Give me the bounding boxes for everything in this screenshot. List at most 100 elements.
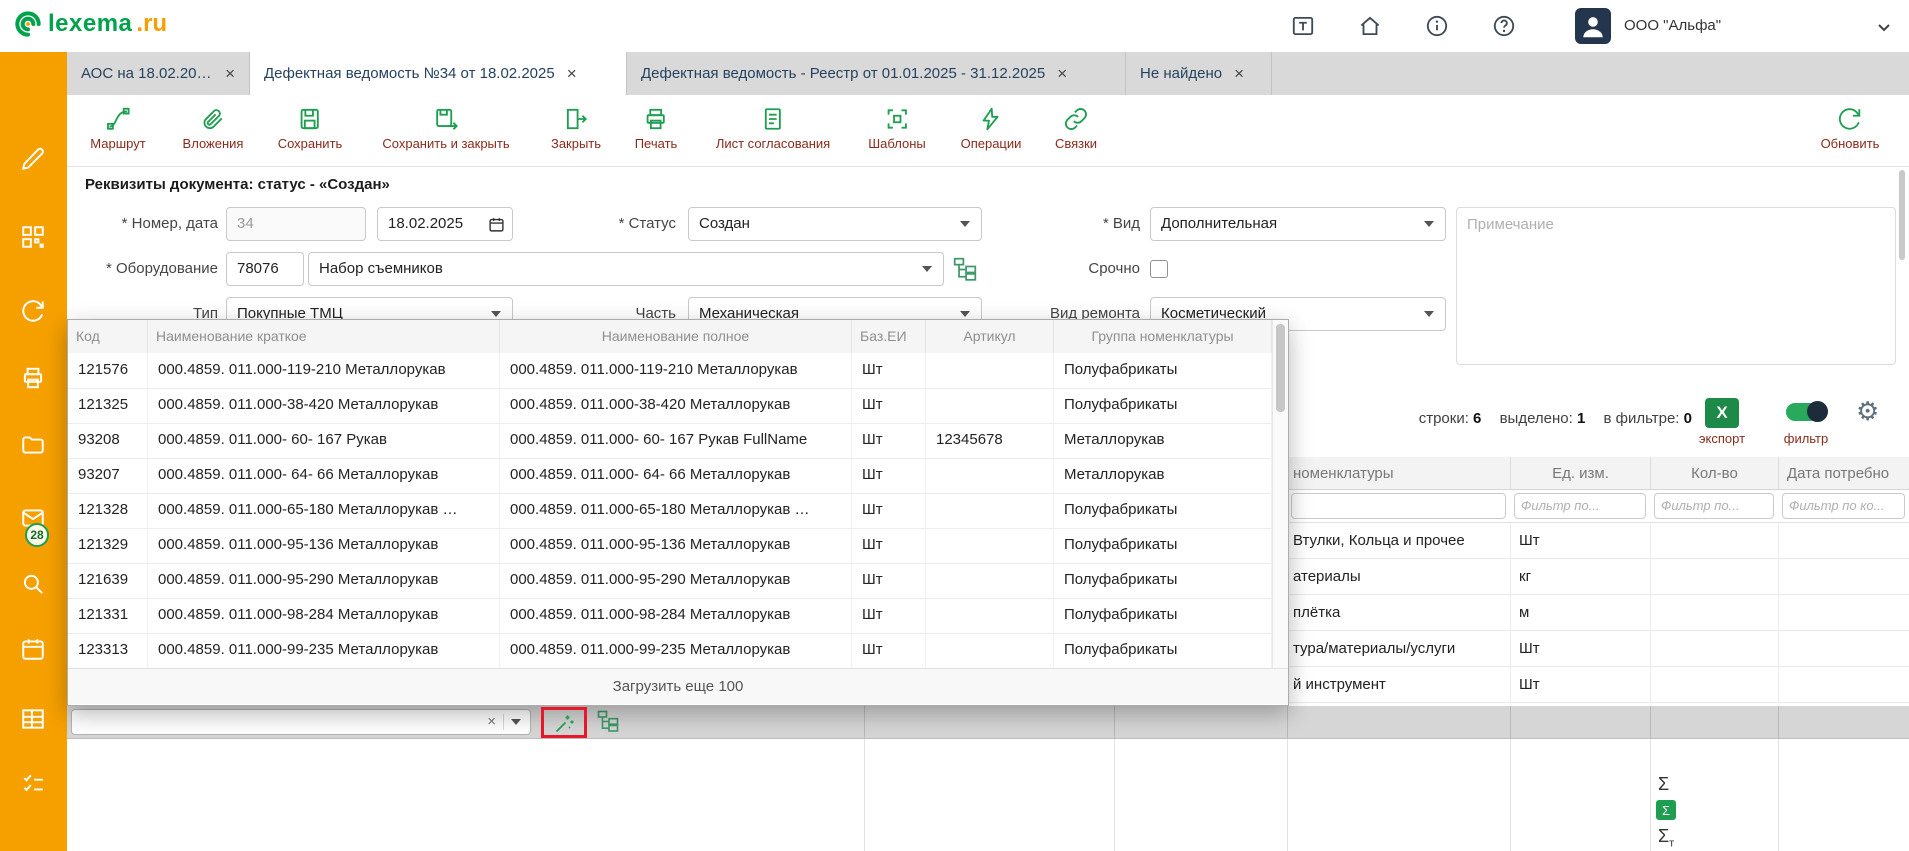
column-header-nomenclature[interactable]: номенклатуры xyxy=(1287,457,1510,490)
save-close-icon xyxy=(433,106,459,132)
load-more-button[interactable]: Загрузить еще 100 xyxy=(68,668,1288,704)
column-header-unit[interactable]: Ед. изм. xyxy=(1510,457,1650,490)
filter-input-qty[interactable]: Фильтр по... xyxy=(1654,493,1774,519)
table-edit-icon[interactable] xyxy=(20,706,46,732)
popup-column-article[interactable]: Артикул xyxy=(926,320,1054,353)
magic-wand-button[interactable] xyxy=(552,712,578,738)
popup-row[interactable]: 123313000.4859. 011.000-99-235 Металлору… xyxy=(68,633,1272,669)
tab-defect-sheet[interactable]: Дефектная ведомость №34 от 18.02.2025 × xyxy=(250,52,627,95)
popup-column-short-name[interactable]: Наименование краткое xyxy=(148,320,500,353)
sum-button[interactable]: Σ xyxy=(1658,774,1669,795)
grid-tree-button[interactable] xyxy=(596,709,622,735)
logo-swirl-icon xyxy=(12,8,44,40)
content-scrollbar[interactable] xyxy=(1899,170,1905,260)
app-window: lexema.ru ООО "Альфа" 28 xyxy=(0,0,1909,851)
printer-icon[interactable] xyxy=(20,365,46,391)
status-select[interactable]: Создан xyxy=(688,207,982,241)
grid-toolbar-strip: × xyxy=(67,706,1909,739)
filter-input-unit[interactable]: Фильтр по... xyxy=(1514,493,1646,519)
export-label: экспорт xyxy=(1692,431,1752,446)
info-icon[interactable] xyxy=(1424,13,1450,39)
lexema-logo[interactable]: lexema.ru xyxy=(12,8,167,40)
approval-sheet-button[interactable]: Лист согласования xyxy=(716,106,830,151)
tab-not-found[interactable]: Не найдено × xyxy=(1126,52,1272,95)
grid-filter-combobox[interactable]: × xyxy=(71,709,531,735)
toolbar: Маршрут Вложения Сохранить Сохранить и з… xyxy=(67,95,1909,167)
chevron-down-icon[interactable] xyxy=(1872,15,1898,41)
popup-row[interactable]: 121325000.4859. 011.000-38-420 Металлору… xyxy=(68,388,1272,424)
gear-icon[interactable]: ⚙ xyxy=(1856,396,1879,427)
attachments-button[interactable]: Вложения xyxy=(183,106,244,151)
help-icon[interactable] xyxy=(1491,13,1517,39)
tab-aos[interactable]: АОС на 18.02.2025 × xyxy=(67,52,250,95)
popup-row[interactable]: 121328000.4859. 011.000-65-180 Металлору… xyxy=(68,493,1272,529)
checklist-icon[interactable] xyxy=(20,771,46,797)
column-header-qty[interactable]: Кол-во xyxy=(1650,457,1778,490)
calendar-icon[interactable] xyxy=(20,636,46,662)
date-input[interactable]: 18.02.2025 xyxy=(377,207,513,241)
company-name[interactable]: ООО "Альфа" xyxy=(1624,17,1721,34)
equipment-select[interactable]: Набор съемников xyxy=(308,252,944,286)
close-icon[interactable]: × xyxy=(225,65,235,82)
popup-row[interactable]: 93207000.4859. 011.000- 64- 66 Металлору… xyxy=(68,458,1272,494)
close-button[interactable]: Закрыть xyxy=(551,106,601,151)
edit-icon[interactable] xyxy=(20,146,46,172)
user-avatar[interactable] xyxy=(1575,8,1611,44)
popup-row[interactable]: 93208000.4859. 011.000- 60- 167 Рукав000… xyxy=(68,423,1272,459)
popup-column-code[interactable]: Код xyxy=(68,320,148,353)
nomenclature-lookup-popup: Код Наименование краткое Наименование по… xyxy=(67,319,1289,706)
close-icon[interactable]: × xyxy=(567,65,577,82)
popup-row[interactable]: 121331000.4859. 011.000-98-284 Металлору… xyxy=(68,598,1272,634)
tab-defect-registry[interactable]: Дефектная ведомость - Реестр от 01.01.20… xyxy=(627,52,1126,95)
chevron-down-icon xyxy=(511,719,521,725)
tab-label: Не найдено xyxy=(1140,65,1222,82)
qr-code-icon[interactable] xyxy=(20,224,46,250)
folder-icon[interactable] xyxy=(20,432,46,458)
document-title: Реквизиты документа: статус - «Создан» xyxy=(85,176,390,193)
close-icon[interactable]: × xyxy=(1057,65,1067,82)
scrollbar-thumb[interactable] xyxy=(1276,324,1285,412)
filter-toggle[interactable] xyxy=(1786,403,1826,421)
popup-scrollbar[interactable] xyxy=(1272,320,1288,668)
note-textarea[interactable]: Примечание xyxy=(1456,207,1896,365)
vid-select[interactable]: Дополнительная xyxy=(1150,207,1446,241)
urgent-checkbox[interactable] xyxy=(1150,260,1168,278)
sum-selected-button[interactable]: Σ xyxy=(1656,800,1676,820)
grid-row[interactable]: й инструмент Шт xyxy=(1287,667,1909,703)
popup-row[interactable]: 121329000.4859. 011.000-95-136 Металлору… xyxy=(68,528,1272,564)
sync-icon[interactable] xyxy=(20,298,46,324)
grid-row[interactable]: тура/материалы/услуги Шт xyxy=(1287,631,1909,667)
search-icon[interactable] xyxy=(20,571,46,597)
links-button[interactable]: Связки xyxy=(1055,106,1097,151)
clear-icon[interactable]: × xyxy=(487,713,496,731)
save-button[interactable]: Сохранить xyxy=(278,106,343,151)
excel-export-icon[interactable]: X xyxy=(1705,398,1739,428)
operations-button[interactable]: Операции xyxy=(961,106,1022,151)
filter-input-date[interactable]: Фильтр по ко... xyxy=(1782,493,1905,519)
filter-input-nomenclature[interactable] xyxy=(1291,493,1506,519)
sum-total-button[interactable]: Σт xyxy=(1658,826,1674,850)
close-icon[interactable]: × xyxy=(1234,65,1244,82)
popup-column-full-name[interactable]: Наименование полное xyxy=(500,320,852,353)
grid-row[interactable]: атериалы кг xyxy=(1287,559,1909,595)
save-and-close-button[interactable]: Сохранить и закрыть xyxy=(382,106,509,151)
print-button[interactable]: Печать xyxy=(635,106,678,151)
grid-row[interactable]: плётка м xyxy=(1287,595,1909,631)
equipment-code-input[interactable]: 78076 xyxy=(226,252,304,286)
templates-button[interactable]: Шаблоны xyxy=(868,106,926,151)
popup-row[interactable]: 121576000.4859. 011.000-119-210 Металлор… xyxy=(68,353,1272,389)
number-input[interactable]: 34 xyxy=(226,207,366,241)
grid-line xyxy=(1287,739,1288,851)
popup-row[interactable]: 121639000.4859. 011.000-95-290 Металлору… xyxy=(68,563,1272,599)
popup-column-group[interactable]: Группа номенклатуры xyxy=(1054,320,1272,353)
route-icon xyxy=(105,106,131,132)
popup-column-base-unit[interactable]: Баз.ЕИ xyxy=(852,320,926,353)
calendar-icon[interactable] xyxy=(488,216,505,233)
column-header-date[interactable]: Дата потребно xyxy=(1778,457,1909,490)
refresh-button[interactable]: Обновить xyxy=(1821,106,1880,151)
mail-badge: 28 xyxy=(25,523,49,547)
route-button[interactable]: Маршрут xyxy=(90,106,145,151)
grid-row[interactable]: Втулки, Кольца и прочее Шт xyxy=(1287,523,1909,559)
terminal-icon[interactable] xyxy=(1290,13,1316,39)
home-icon[interactable] xyxy=(1357,13,1383,39)
